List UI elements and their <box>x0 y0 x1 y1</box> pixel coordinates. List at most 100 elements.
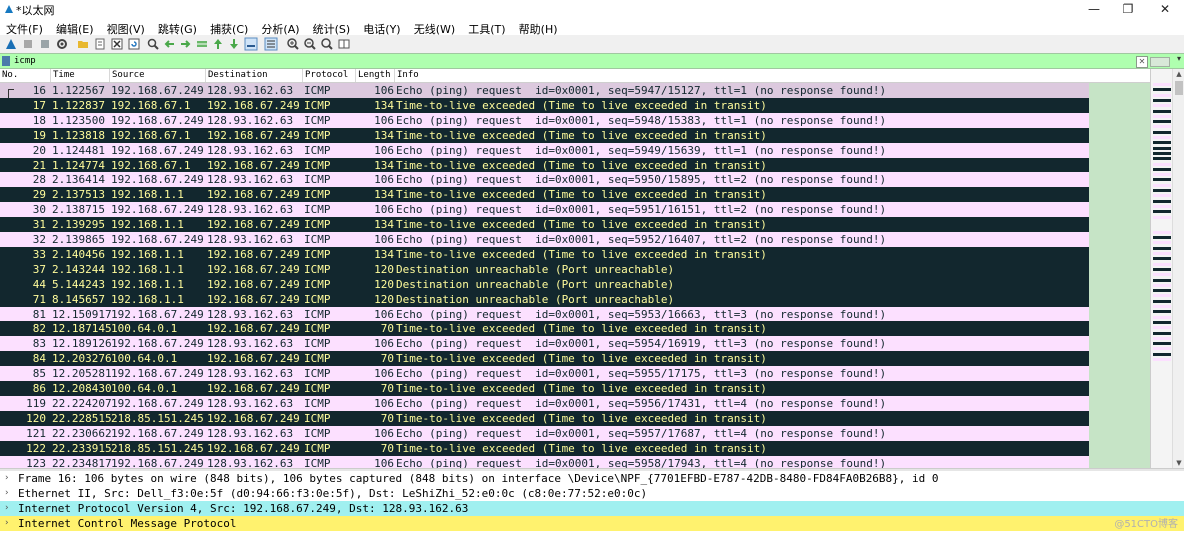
packet-row[interactable]: 81 12.150917 192.168.67.249 128.93.162.63 IC… <box>0 306 1150 322</box>
packet-destination: 128.93.162.63 <box>207 173 294 187</box>
zoom-in-icon[interactable] <box>286 37 300 51</box>
goto-packet-icon[interactable] <box>195 37 209 51</box>
packet-row[interactable]: 83 12.189126 192.168.67.249 128.93.162.63 IC… <box>0 336 1150 352</box>
packet-row[interactable]: 19 1.123818 192.168.67.1 192.168.67.249 ICMP… <box>0 127 1150 143</box>
packet-time: 2.139295 <box>52 218 105 232</box>
scroll-down-icon[interactable]: ▼ <box>1173 458 1184 468</box>
file-icon[interactable] <box>93 37 107 51</box>
column-header-length[interactable]: Length <box>355 69 391 82</box>
packet-protocol: ICMP <box>304 292 331 306</box>
detail-row-ip[interactable]: › Internet Protocol Version 4, Src: 192.1… <box>0 501 1184 516</box>
first-packet-icon[interactable] <box>211 37 225 51</box>
packet-row[interactable]: 28 2.136414 192.168.67.249 128.93.162.63 ICM… <box>0 172 1150 188</box>
stop-icon[interactable] <box>21 37 35 51</box>
column-header-time[interactable]: Time <box>50 69 75 82</box>
packet-row[interactable]: 84 12.203276 100.64.0.1 192.168.67.249 ICMP 7… <box>0 351 1150 367</box>
column-header-source[interactable]: Source <box>109 69 145 82</box>
packet-length: 120 <box>374 262 394 276</box>
packet-info: Echo (ping) request id=0x0001, seq=5953/… <box>396 307 887 321</box>
detail-row-icmp[interactable]: › Internet Control Message Protocol <box>0 516 1184 531</box>
minimap-line <box>1153 146 1171 150</box>
forward-arrow-icon[interactable] <box>178 37 192 51</box>
packet-row[interactable]: 30 2.138715 192.168.67.249 128.93.162.63 ICM… <box>0 202 1150 218</box>
zoom-out-icon[interactable] <box>303 37 317 51</box>
close-file-icon[interactable] <box>110 37 124 51</box>
packet-time: 1.124481 <box>52 143 105 157</box>
packet-row[interactable]: 121 22.230662 192.168.67.249 128.93.162.63 I… <box>0 425 1150 441</box>
packet-row[interactable]: 86 12.208430 100.64.0.1 192.168.67.249 ICMP 7… <box>0 381 1150 396</box>
column-header-protocol[interactable]: Protocol <box>302 69 348 82</box>
packet-time: 1.122567 <box>52 84 105 97</box>
packet-length: 70 <box>380 411 394 425</box>
scrollbar-thumb[interactable] <box>1175 81 1183 95</box>
packet-row[interactable]: 122 22.233915 218.85.151.245 192.168.67.249… <box>0 440 1150 456</box>
packet-length: 70 <box>380 382 394 395</box>
packet-no: 28 <box>32 173 46 187</box>
scroll-up-icon[interactable]: ▲ <box>1173 69 1184 79</box>
packet-row[interactable]: 119 22.224207 192.168.67.249 128.93.162.63 I… <box>0 395 1150 411</box>
restart-icon[interactable] <box>38 37 52 51</box>
packet-row[interactable]: 120 22.228515 218.85.151.245 192.168.67.249… <box>0 410 1150 426</box>
packet-source: 192.168.67.249 <box>111 233 204 246</box>
last-packet-icon[interactable] <box>227 37 241 51</box>
expand-arrow-icon[interactable]: › <box>4 471 9 486</box>
shark-fin-start-icon[interactable] <box>4 37 18 51</box>
expand-arrow-icon[interactable]: › <box>4 486 9 501</box>
colorize-icon[interactable] <box>264 37 278 51</box>
find-icon[interactable] <box>146 37 160 51</box>
reload-icon[interactable] <box>127 37 141 51</box>
packet-row[interactable]: 37 2.143244 192.168.1.1 192.168.67.249 ICMP 1… <box>0 261 1150 277</box>
filter-dropdown-icon[interactable]: ▾ <box>1177 54 1181 63</box>
expand-arrow-icon[interactable]: › <box>4 501 9 516</box>
clear-filter-icon[interactable]: ✕ <box>1136 56 1148 68</box>
packet-row[interactable]: 71 8.145657 192.168.1.1 192.168.67.249 ICMP 1… <box>0 291 1150 307</box>
wireshark-fin-icon <box>5 5 13 13</box>
vertical-scrollbar[interactable]: ▲ ▼ <box>1172 69 1184 468</box>
packet-row[interactable]: 20 1.124481 192.168.67.249 128.93.162.63 ICM… <box>0 142 1150 158</box>
packet-info: Echo (ping) request id=0x0001, seq=5952/… <box>396 233 887 246</box>
packet-row[interactable]: 32 2.139865 192.168.67.249 128.93.162.63 ICM… <box>0 232 1150 247</box>
normal-size-icon[interactable] <box>320 37 334 51</box>
packet-row[interactable]: 85 12.205281 192.168.67.249 128.93.162.63 IC… <box>0 366 1150 382</box>
packet-row[interactable]: 17 1.122837 192.168.67.1 192.168.67.249 ICMP… <box>0 97 1150 113</box>
minimap-line <box>1153 141 1171 145</box>
detail-row-eth[interactable]: › Ethernet II, Src: Dell_f3:0e:5f (d0:94:… <box>0 486 1184 501</box>
minimap-line <box>1153 204 1171 208</box>
options-gear-icon[interactable] <box>55 37 69 51</box>
back-arrow-icon[interactable] <box>163 37 177 51</box>
minimap-line <box>1153 246 1171 250</box>
packet-row[interactable]: 21 1.124774 192.168.67.1 192.168.67.249 ICMP… <box>0 157 1150 173</box>
packet-row[interactable]: 33 2.140456 192.168.1.1 192.168.67.249 ICMP 1… <box>0 246 1150 262</box>
autoscroll-icon[interactable] <box>244 37 258 51</box>
packet-row[interactable]: 44 5.144243 192.168.1.1 192.168.67.249 ICMP 1… <box>0 276 1150 292</box>
packet-info: Echo (ping) request id=0x0001, seq=5947/… <box>396 84 887 97</box>
minimize-button[interactable]: — <box>1079 0 1109 18</box>
packet-time: 12.203276 <box>52 352 112 366</box>
display-filter-input[interactable] <box>12 54 1126 68</box>
detail-row-frame[interactable]: › Frame 16: 106 bytes on wire (848 bits),… <box>0 471 1184 486</box>
packet-protocol: ICMP <box>304 307 331 321</box>
bookmark-icon[interactable] <box>2 56 10 66</box>
packet-row[interactable]: 29 2.137513 192.168.1.1 192.168.67.249 ICMP 1… <box>0 187 1150 203</box>
packet-protocol: ICMP <box>304 322 331 336</box>
packet-source: 192.168.67.249 <box>111 203 204 217</box>
packet-source: 218.85.151.245 <box>111 441 204 455</box>
packet-row[interactable]: 123 22.234817 192.168.67.249 128.93.162.63 I… <box>0 455 1150 468</box>
packet-no: 17 <box>32 98 46 112</box>
column-header-destination[interactable]: Destination <box>205 69 268 82</box>
maximize-button[interactable]: ❐ <box>1113 0 1143 18</box>
packet-minimap[interactable] <box>1150 69 1173 468</box>
packet-row[interactable]: 31 2.139295 192.168.1.1 192.168.67.249 ICMP 1… <box>0 217 1150 233</box>
resize-columns-icon[interactable] <box>337 37 351 51</box>
packet-row[interactable]: 16 1.122567 192.168.67.249 128.93.162.63 ICM… <box>0 83 1150 98</box>
column-header-no[interactable]: No. <box>0 69 18 82</box>
close-window-button[interactable]: ✕ <box>1150 0 1180 18</box>
expand-arrow-icon[interactable]: › <box>4 516 9 531</box>
open-folder-icon[interactable] <box>76 37 90 51</box>
packet-no: 122 <box>26 441 46 455</box>
apply-filter-button[interactable] <box>1150 57 1170 67</box>
packet-destination: 192.168.67.249 <box>207 247 300 261</box>
packet-row[interactable]: 82 12.187145 100.64.0.1 192.168.67.249 ICMP 7… <box>0 321 1150 337</box>
column-header-info[interactable]: Info <box>394 69 419 82</box>
packet-row[interactable]: 18 1.123500 192.168.67.249 128.93.162.63 ICM… <box>0 112 1150 128</box>
